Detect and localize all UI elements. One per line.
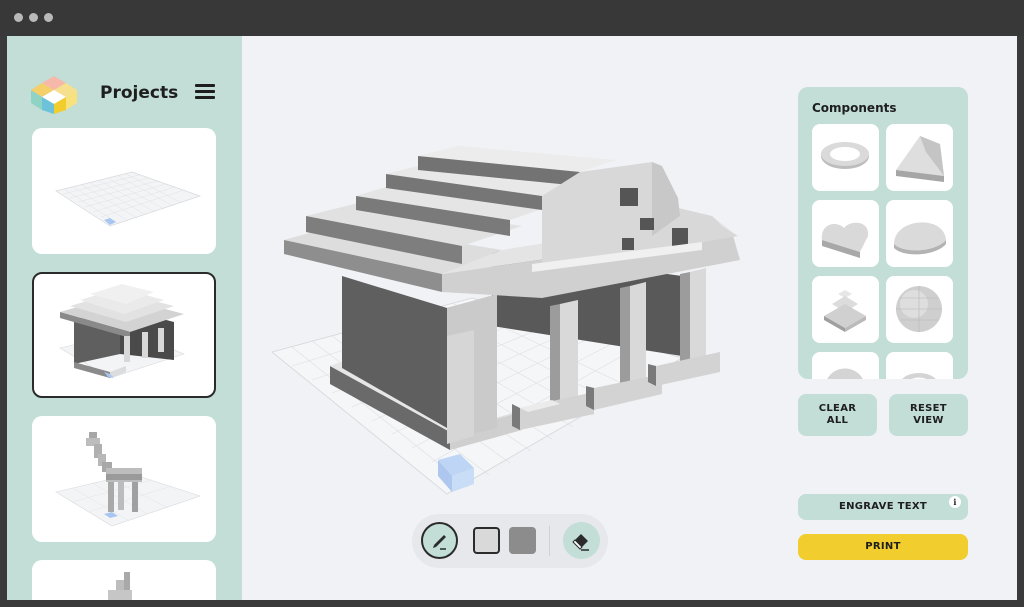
- projects-title: Projects: [100, 83, 179, 103]
- window-titlebar: [0, 0, 1024, 36]
- component-wedge[interactable]: [886, 124, 953, 191]
- print-label: PRINT: [865, 541, 901, 552]
- component-ring[interactable]: [812, 124, 879, 191]
- wedge-icon: [896, 136, 944, 182]
- projects-sidebar: Projects: [7, 36, 242, 600]
- partial-thumbnail: [108, 572, 132, 600]
- pencil-icon: [433, 535, 446, 550]
- component-cone[interactable]: [812, 352, 879, 379]
- component-dome[interactable]: [886, 200, 953, 267]
- clear-all-label-line2: ALL: [826, 415, 849, 426]
- eraser-tool-button[interactable]: [563, 522, 600, 559]
- engrave-text-button[interactable]: ENGRAVE TEXT i: [798, 494, 968, 520]
- reset-view-button[interactable]: RESET VIEW: [889, 394, 968, 436]
- giraffe-thumbnail: [55, 432, 201, 527]
- components-title: Components: [812, 101, 897, 115]
- component-heart[interactable]: [812, 200, 879, 267]
- arch-icon: [902, 373, 936, 379]
- info-icon[interactable]: i: [949, 496, 961, 508]
- temple-thumbnail: [59, 284, 185, 379]
- window-minimize-dot[interactable]: [29, 13, 38, 22]
- hamburger-menu-icon[interactable]: [195, 84, 215, 100]
- dome-icon: [894, 222, 946, 255]
- clear-all-label-line1: CLEAR: [818, 403, 857, 414]
- reset-view-label-line1: RESET: [910, 403, 947, 414]
- clear-all-button[interactable]: CLEAR ALL: [798, 394, 877, 436]
- project-card-partial[interactable]: [32, 560, 216, 600]
- ring-icon: [821, 142, 869, 169]
- voxel-cube-logo-icon: [31, 76, 77, 114]
- project-card-empty-grid[interactable]: [32, 128, 216, 254]
- reset-view-label-line2: VIEW: [913, 415, 944, 426]
- component-arch[interactable]: [886, 352, 953, 379]
- outline-block-tool-button[interactable]: [473, 527, 500, 554]
- pencil-tool-button[interactable]: [421, 522, 458, 559]
- app-window: Projects Components CLEAR ALL RESET VIEW…: [7, 36, 1017, 600]
- pyramid-icon: [824, 290, 866, 332]
- window-maximize-dot[interactable]: [44, 13, 53, 22]
- heart-icon: [821, 222, 869, 258]
- toolbar-divider: [549, 526, 550, 556]
- cone-icon: [827, 368, 863, 379]
- eraser-icon: [572, 534, 589, 551]
- project-card-temple[interactable]: [32, 272, 216, 398]
- print-button[interactable]: PRINT: [798, 534, 968, 560]
- component-sphere[interactable]: [886, 276, 953, 343]
- window-close-dot[interactable]: [14, 13, 23, 22]
- components-panel: Components: [798, 87, 968, 379]
- component-pyramid[interactable]: [812, 276, 879, 343]
- sphere-icon: [896, 286, 942, 332]
- engrave-text-label: ENGRAVE TEXT: [838, 501, 927, 512]
- empty-grid-thumbnail: [55, 171, 202, 227]
- project-card-giraffe[interactable]: [32, 416, 216, 542]
- drawing-toolbar: [412, 514, 608, 568]
- solid-block-tool-button[interactable]: [509, 527, 536, 554]
